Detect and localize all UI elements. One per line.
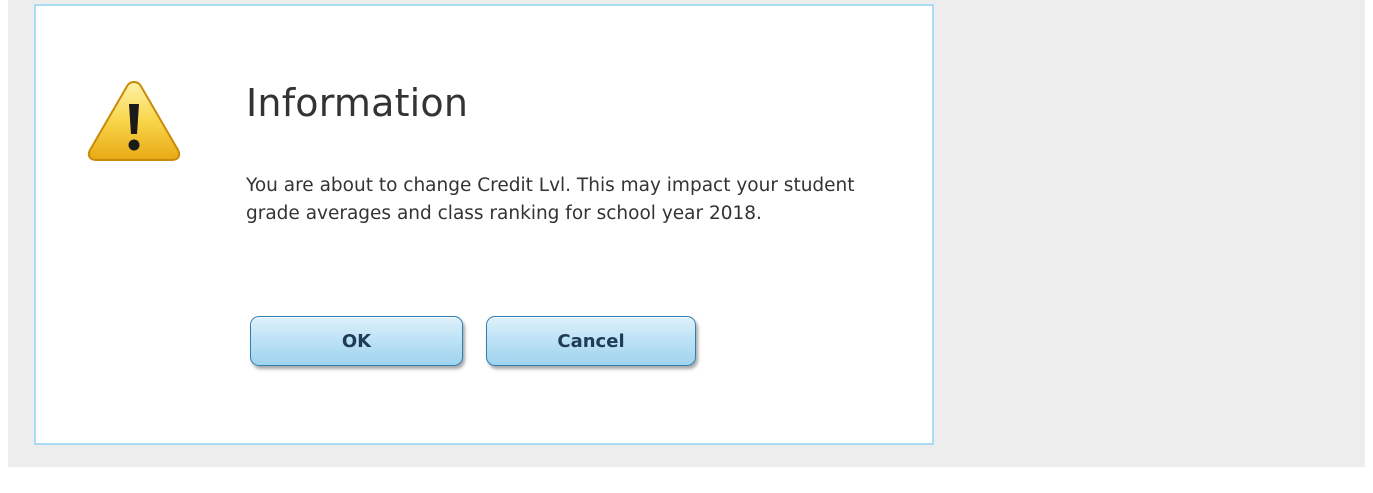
cancel-button[interactable]: Cancel: [486, 316, 696, 366]
information-dialog: Information You are about to change Cred…: [34, 4, 934, 445]
dialog-title: Information: [246, 81, 469, 125]
ok-button[interactable]: OK: [250, 316, 463, 366]
dialog-message: You are about to change Credit Lvl. This…: [246, 175, 855, 224]
warning-icon: [87, 80, 181, 161]
